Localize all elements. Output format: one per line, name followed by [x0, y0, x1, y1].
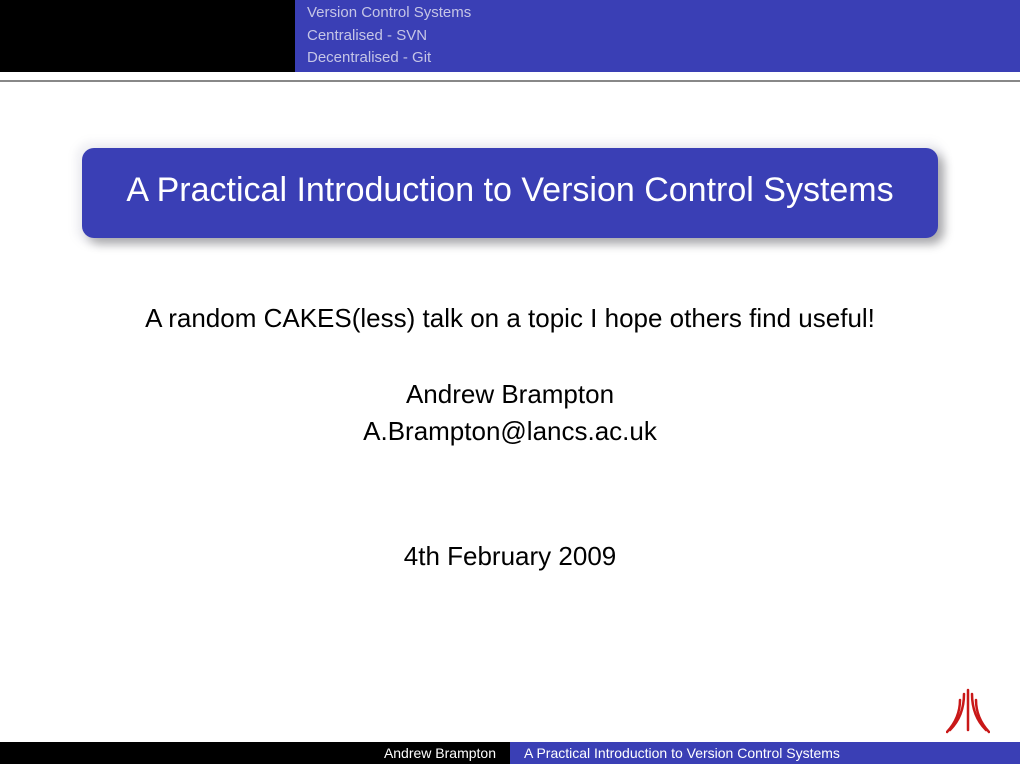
- author-block: Andrew Brampton A.Brampton@lancs.ac.uk: [60, 376, 960, 449]
- slide-title-box: A Practical Introduction to Version Cont…: [82, 148, 938, 238]
- slide-date: 4th February 2009: [60, 541, 960, 572]
- slide-subtitle: A random CAKES(less) talk on a topic I h…: [60, 300, 960, 336]
- header-nav: Version Control Systems Centralised - SV…: [295, 0, 1020, 72]
- author-email: A.Brampton@lancs.ac.uk: [60, 413, 960, 449]
- header-divider: [0, 80, 1020, 82]
- slide-title: A Practical Introduction to Version Cont…: [126, 171, 893, 209]
- header-bar-left: [0, 0, 295, 72]
- footer-bar: Andrew Brampton A Practical Introduction…: [0, 742, 1020, 764]
- footer-author: Andrew Brampton: [0, 742, 510, 764]
- logo-icon: [946, 686, 990, 734]
- nav-link-vcs[interactable]: Version Control Systems: [307, 2, 471, 25]
- footer-title: A Practical Introduction to Version Cont…: [510, 742, 1020, 764]
- author-name: Andrew Brampton: [60, 376, 960, 412]
- header-bar: Version Control Systems Centralised - SV…: [0, 0, 1020, 72]
- nav-link-git[interactable]: Decentralised - Git: [307, 47, 431, 70]
- slide-content: A Practical Introduction to Version Cont…: [0, 148, 1020, 572]
- nav-link-svn[interactable]: Centralised - SVN: [307, 25, 427, 48]
